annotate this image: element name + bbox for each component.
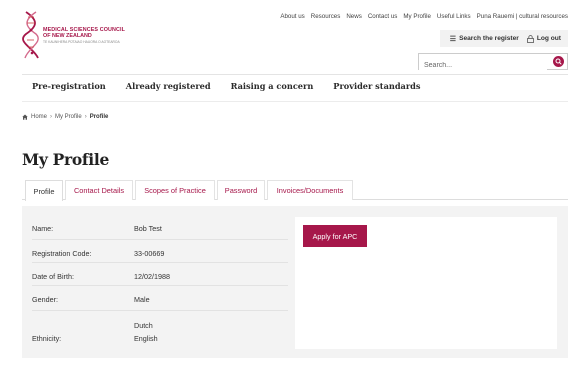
detail-row-name: Name: Bob Test [32,216,288,240]
apply-for-apc-button[interactable]: Apply for APC [303,225,367,247]
name-value: Bob Test [134,224,162,233]
link-contact-us[interactable]: Contact us [368,13,398,20]
dna-helix-icon [22,11,39,59]
search-button[interactable] [553,56,564,67]
logout-label: Log out [536,35,561,42]
nav-already-registered[interactable]: Already registered [126,81,211,91]
gender-label: Gender: [32,295,58,304]
ethnicity-value: English [134,334,158,343]
logout-button[interactable]: Log out [526,34,561,43]
breadcrumb-home[interactable]: Home [31,114,47,120]
detail-row-gender: Gender: Male [32,286,288,311]
divider [22,101,568,102]
search-register-button[interactable]: ☰ Search the register [450,35,519,43]
site-search [418,53,568,73]
ethnicity-label: Ethnicity: [32,334,62,343]
logo-title-line2: OF NEW ZEALAND [43,33,92,39]
tab-invoices-documents[interactable]: Invoices/Documents [267,180,353,200]
divider [22,74,568,75]
name-label: Name: [32,224,54,233]
link-my-profile[interactable]: My Profile [403,13,431,20]
tab-scopes-of-practice[interactable]: Scopes of Practice [135,180,215,200]
detail-row-ethnicity: Ethnicity: Dutch English [32,311,288,348]
breadcrumb: Home › My Profile › Profile [22,114,108,120]
logo-subtitle: TE KAUNIHERA PŪTAIAO HAUORA O AOTEAROA [43,40,120,44]
chevron-right-icon: › [84,114,87,120]
tab-password[interactable]: Password [217,180,265,200]
profile-panel: Name: Bob Test Registration Code: 33-006… [22,206,568,358]
link-news[interactable]: News [346,13,361,20]
nav-pre-registration[interactable]: Pre-registration [32,81,106,91]
main-navigation: Pre-registration Already registered Rais… [32,81,421,91]
account-actions: ☰ Search the register Log out [440,30,568,47]
search-icon [555,58,562,65]
home-icon [22,114,28,120]
gender-value: Male [134,295,150,304]
chevron-right-icon: › [50,114,53,120]
profile-details: Name: Bob Test Registration Code: 33-006… [32,216,288,348]
list-icon: ☰ [449,35,457,43]
apc-card: Apply for APC [295,217,557,349]
breadcrumb-my-profile[interactable]: My Profile [55,114,82,120]
lock-icon [526,34,534,43]
utility-links: About us Resources News Contact us My Pr… [280,13,568,20]
date-of-birth-value: 12/02/1988 [134,272,170,281]
registration-code-value: 33-00669 [134,249,165,258]
link-resources[interactable]: Resources [311,13,341,20]
page-title: My Profile [22,150,110,169]
nav-provider-standards[interactable]: Provider standards [333,81,420,91]
breadcrumb-current: Profile [89,114,109,120]
tab-contact-details[interactable]: Contact Details [65,180,133,200]
date-of-birth-label: Date of Birth: [32,272,74,281]
search-register-label: Search the register [459,35,519,42]
registration-code-label: Registration Code: [32,249,92,258]
ethnicity-value: Dutch [134,321,153,330]
tab-profile[interactable]: Profile [25,180,63,201]
site-logo[interactable]: MEDICAL SCIENCES COUNCIL OF NEW ZEALAND … [22,10,132,60]
link-useful-links[interactable]: Useful Links [437,13,471,20]
detail-row-registration: Registration Code: 33-00669 [32,240,288,263]
nav-raising-a-concern[interactable]: Raising a concern [231,81,314,91]
detail-row-dob: Date of Birth: 12/02/1988 [32,263,288,286]
link-about-us[interactable]: About us [280,13,304,20]
search-input[interactable] [419,58,547,73]
link-cultural-resources[interactable]: Puna Rauemi | cultural resources [477,13,568,20]
profile-tabs: Profile Contact Details Scopes of Practi… [22,180,568,201]
